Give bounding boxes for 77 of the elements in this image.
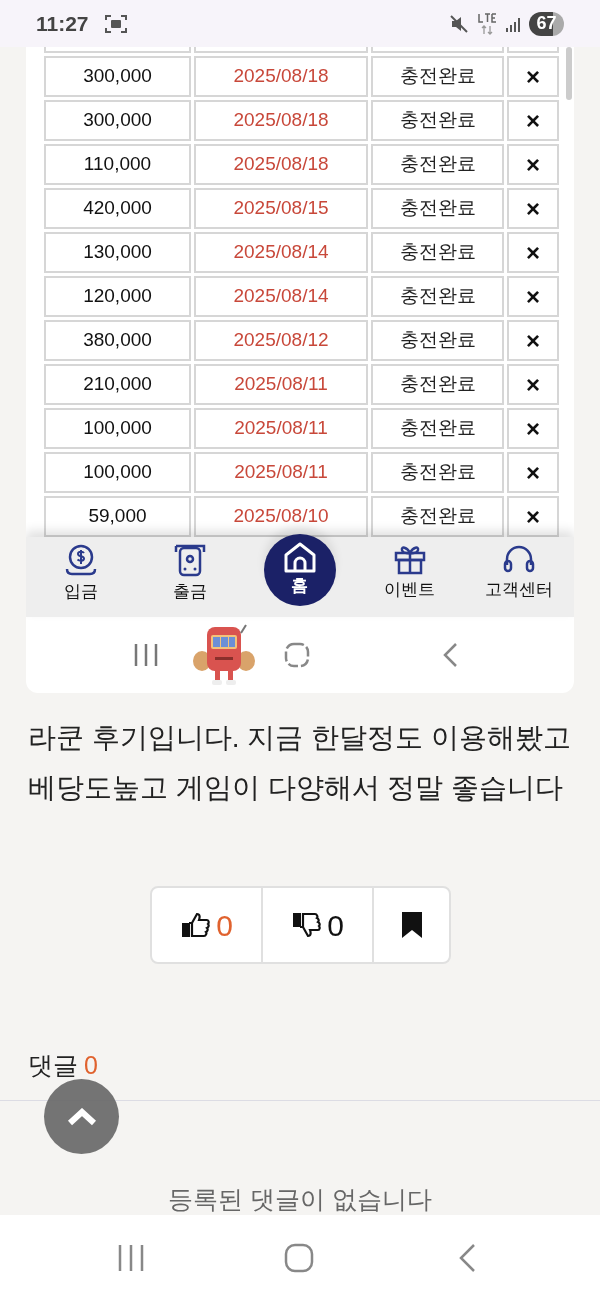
home-button-icon[interactable] [284,642,310,668]
nav-tab[interactable]: 입금 [63,537,98,617]
table-cell: 2025/08/18 [194,56,368,97]
table-cell: 충전완료 [371,232,504,273]
dislike-button[interactable]: 0 [263,888,374,962]
table-cell: 110,000 [44,144,191,185]
table-cell: 충전완료 [371,496,504,537]
table-cell: 충전완료 [371,408,504,449]
table-cell: 59,000 [44,496,191,537]
table-cell: 2025/08/11 [194,408,368,449]
table-cell: 2025/08/10 [194,496,368,537]
post-text: 라쿤 후기입니다. 지금 한달정도 이용해봤고 베당도높고 게임이 다양해서 정말 좋습니다 [27,721,572,805]
table-cell: 충전완료 [371,144,504,185]
table-cell: × [507,100,559,141]
chevron-up-icon [66,1107,97,1126]
lte-icon [477,12,497,35]
table-cell: 100,000 [44,408,191,449]
back-icon[interactable] [458,1242,476,1273]
back-icon[interactable] [442,642,458,668]
table-cell: 충전완료 [371,100,504,141]
table-cell: 충전완료 [371,320,504,361]
table-cell: 2025/08/11 [194,364,368,405]
nav-tab[interactable]: 출금 [173,537,208,617]
table-cell: × [507,320,559,361]
home-button-icon[interactable] [284,1242,314,1273]
table-cell: 충전완료 [371,56,504,97]
table-cell: × [507,408,559,449]
table-cell: 120,000 [44,276,191,317]
table-cell: 2025/08/15 [194,188,368,229]
table-cell: 420,000 [44,188,191,229]
table-cell: 380,000 [44,320,191,361]
home-icon [283,541,317,574]
table-cell: 300,000 [44,56,191,97]
coin-icon [63,543,98,577]
table-cell: 2025/08/18 [194,144,368,185]
scrollbar [566,47,572,100]
thumbs-down-icon [291,910,322,940]
battery-indicator: 67 [529,11,564,36]
signal-icon [505,15,521,32]
screenshot-icon [104,13,127,34]
recent-apps-icon[interactable] [118,1244,144,1271]
clock-time: 11:27 [36,10,89,37]
table-cell: 충전완료 [371,276,504,317]
table-cell: 130,000 [44,232,191,273]
table-cell: × [507,452,559,493]
comments-label: 댓글 [28,1050,78,1082]
table-cell: 100,000 [44,452,191,493]
table-cell: × [507,496,559,537]
nav-tab[interactable]: 고객센터 [485,537,554,617]
table-cell: 210,000 [44,364,191,405]
table-cell: 충전완료 [371,188,504,229]
table-cell: × [507,232,559,273]
table-cell: 충전완료 [371,364,504,405]
headset-icon [502,543,537,575]
table-cell: 300,000 [44,100,191,141]
gift-icon [392,543,427,575]
table-cell: × [507,56,559,97]
table-cell: × [507,364,559,405]
comments-count: 0 [84,1050,98,1082]
table-cell: 2025/08/18 [194,100,368,141]
nav-tab[interactable]: 이벤트 [384,537,436,617]
bookmark-icon [400,911,423,939]
table-cell: × [507,144,559,185]
empty-comments-text: 등록된 댓글이 없습니다 [168,1184,432,1215]
nav-tab[interactable]: 홈 [264,534,336,606]
table-cell: × [507,188,559,229]
thumbs-up-icon [180,910,211,940]
recent-apps-icon[interactable] [134,644,158,666]
table-cell: × [507,276,559,317]
cash-machine-icon [173,543,208,577]
table-cell: 2025/08/11 [194,452,368,493]
table-cell: 2025/08/14 [194,276,368,317]
mute-icon [449,13,469,34]
table-cell: 2025/08/14 [194,232,368,273]
table-cell: 2025/08/12 [194,320,368,361]
like-button[interactable]: 0 [152,888,263,962]
table-cell: 충전완료 [371,452,504,493]
